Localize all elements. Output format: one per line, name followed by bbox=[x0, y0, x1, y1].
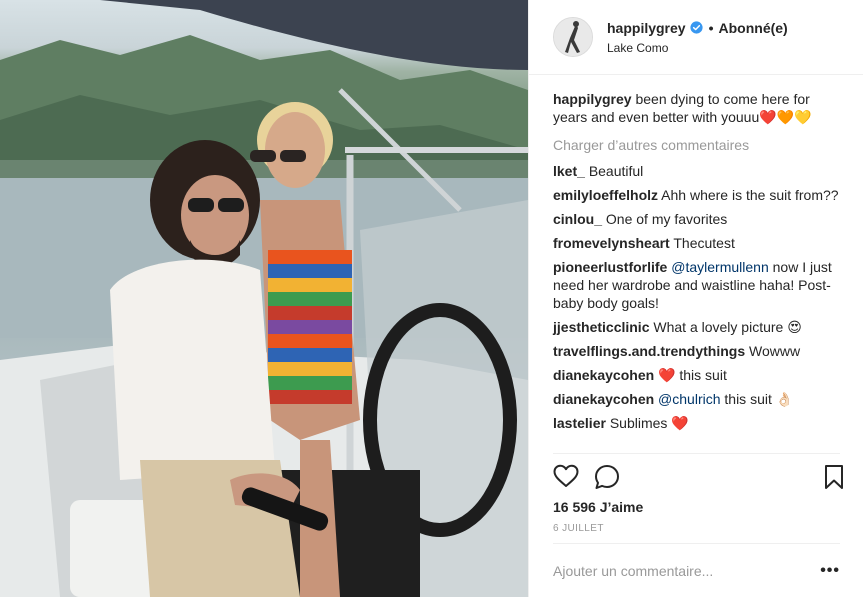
comment-username[interactable]: travelflings.and.trendythings bbox=[553, 343, 745, 359]
post-details-panel: happilygrey • Abonné(e) Lake Como happil… bbox=[528, 0, 863, 597]
load-more-comments-button[interactable]: Charger d’autres commentaires bbox=[553, 136, 844, 154]
comment-username[interactable]: cinlou_ bbox=[553, 211, 602, 227]
comment-username[interactable]: fromevelynsheart bbox=[553, 235, 670, 251]
photo-illustration bbox=[0, 0, 528, 597]
comment-mention-link[interactable]: @chulrich bbox=[658, 391, 720, 407]
comment-username[interactable]: pioneerlustforlife bbox=[553, 259, 667, 275]
comment-username[interactable]: lket_ bbox=[553, 163, 585, 179]
comment-text: Beautiful bbox=[588, 163, 644, 179]
comment-text: Ahh where is the suit from?? bbox=[661, 187, 839, 203]
comments-list: happilygrey been dying to come here for … bbox=[529, 90, 863, 438]
header-username[interactable]: happilygrey bbox=[607, 20, 686, 36]
post-caption: happilygrey been dying to come here for … bbox=[553, 90, 844, 126]
comment-text: ❤️ this suit bbox=[658, 367, 727, 383]
add-comment-bar: ••• bbox=[529, 544, 863, 597]
post-header: happilygrey • Abonné(e) Lake Como bbox=[529, 0, 863, 74]
instagram-post: happilygrey • Abonné(e) Lake Como happil… bbox=[0, 0, 863, 597]
header-divider bbox=[529, 74, 863, 75]
comment-item: cinlou_ One of my favorites bbox=[553, 210, 844, 228]
comment-input[interactable] bbox=[553, 562, 811, 579]
location-link[interactable]: Lake Como bbox=[607, 41, 788, 55]
follow-status-button[interactable]: Abonné(e) bbox=[719, 20, 788, 36]
comment-username[interactable]: jjestheticclinic bbox=[553, 319, 649, 335]
comment-username[interactable]: dianekaycohen bbox=[553, 391, 654, 407]
comment-item: jjestheticclinic What a lovely picture 😍 bbox=[553, 318, 844, 336]
verified-badge-icon bbox=[690, 21, 703, 34]
caption-username[interactable]: happilygrey bbox=[553, 91, 632, 107]
comment-item: travelflings.and.trendythings Wowww bbox=[553, 342, 844, 360]
post-actions bbox=[553, 464, 843, 492]
heart-outline-icon[interactable] bbox=[553, 464, 579, 488]
comment-text: One of my favorites bbox=[605, 211, 728, 227]
comment-item: lket_ Beautiful bbox=[553, 162, 844, 180]
comment-item: emilyloeffelholz Ahh where is the suit f… bbox=[553, 186, 844, 204]
comment-text: What a lovely picture 😍 bbox=[653, 319, 802, 335]
comment-item: fromevelynsheart Thecutest bbox=[553, 234, 844, 252]
more-options-button[interactable]: ••• bbox=[820, 562, 840, 580]
comment-text: Sublimes ❤️ bbox=[609, 415, 689, 431]
separator-dot: • bbox=[708, 19, 714, 36]
comment-mention-link[interactable]: @taylermullenn bbox=[671, 259, 768, 275]
comment-item: lastelier Sublimes ❤️ bbox=[553, 414, 844, 432]
post-date: 6 JUILLET bbox=[553, 523, 604, 534]
comment-item: dianekaycohen ❤️ this suit bbox=[553, 366, 844, 384]
speech-bubble-icon[interactable] bbox=[594, 464, 620, 490]
comment-username[interactable]: emilyloeffelholz bbox=[553, 187, 658, 203]
actions-divider bbox=[553, 453, 840, 454]
comment-text: this suit 👌🏻 bbox=[724, 391, 794, 407]
comment-username[interactable]: dianekaycohen bbox=[553, 367, 654, 383]
comment-item: dianekaycohen @chulrich this suit 👌🏻 bbox=[553, 390, 844, 408]
comment-text: Wowww bbox=[749, 343, 801, 359]
likes-count[interactable]: 16 596 J’aime bbox=[553, 499, 643, 515]
bookmark-icon[interactable] bbox=[824, 464, 844, 490]
comment-text: Thecutest bbox=[673, 235, 735, 251]
avatar[interactable] bbox=[553, 17, 593, 57]
post-photo[interactable] bbox=[0, 0, 528, 597]
comment-username[interactable]: lastelier bbox=[553, 415, 606, 431]
comment-item: pioneerlustforlife @taylermullenn now I … bbox=[553, 258, 844, 312]
